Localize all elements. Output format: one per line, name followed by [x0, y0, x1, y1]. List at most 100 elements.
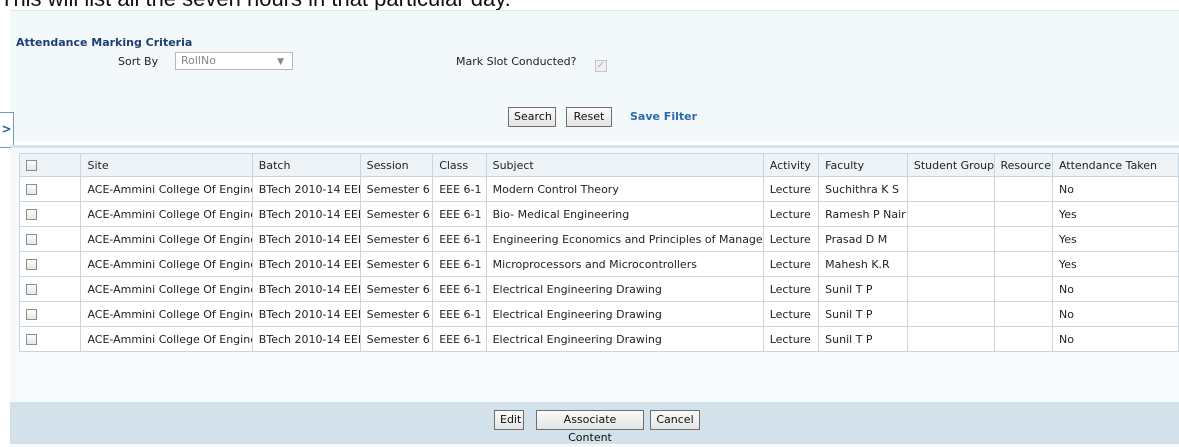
cell-activity: Lecture [762, 301, 820, 327]
cell-subject: Electrical Engineering Drawing [485, 326, 764, 352]
header-subject[interactable]: Subject [485, 153, 764, 177]
cell-faculty: Sunil T P [818, 301, 908, 327]
row-checkbox[interactable] [26, 284, 37, 295]
cell-class: EEE 6-1 [432, 301, 487, 327]
row-checkbox[interactable] [26, 259, 37, 270]
cell-attendance-taken: No [1051, 301, 1179, 327]
row-select-cell [18, 226, 82, 252]
row-select-cell [18, 301, 82, 327]
row-checkbox[interactable] [26, 334, 37, 345]
edit-button[interactable]: Edit [494, 410, 524, 430]
table-row[interactable]: ACE-Ammini College Of Engineering BTech … [18, 301, 1179, 327]
row-checkbox[interactable] [26, 184, 37, 195]
cell-site: ACE-Ammini College Of Engineering [80, 301, 253, 327]
cell-session: Semester 6 [359, 276, 434, 302]
cell-session: Semester 6 [359, 326, 434, 352]
row-checkbox[interactable] [26, 234, 37, 245]
cell-faculty: Sunil T P [818, 326, 908, 352]
cell-attendance-taken: No [1051, 176, 1179, 202]
criteria-title: Attendance Marking Criteria [16, 36, 193, 49]
cell-attendance-taken: Yes [1051, 201, 1179, 227]
cell-site: ACE-Ammini College Of Engineering [80, 276, 253, 302]
search-button[interactable]: Search [508, 107, 556, 127]
cell-site: ACE-Ammini College Of Engineering [80, 201, 253, 227]
mark-slot-label: Mark Slot Conducted? [456, 55, 577, 68]
cell-subject: Microprocessors and Microcontrollers [485, 251, 764, 277]
sort-by-label: Sort By [118, 55, 159, 68]
cell-student-group [906, 226, 995, 252]
cell-class: EEE 6-1 [432, 201, 487, 227]
cell-attendance-taken: Yes [1051, 226, 1179, 252]
cell-activity: Lecture [762, 201, 820, 227]
header-session[interactable]: Session [359, 153, 434, 177]
row-checkbox[interactable] [26, 309, 37, 320]
cell-activity: Lecture [762, 276, 820, 302]
cell-activity: Lecture [762, 326, 820, 352]
cell-site: ACE-Ammini College Of Engineering [80, 251, 253, 277]
cell-session: Semester 6 [359, 176, 434, 202]
cell-resource [993, 326, 1053, 352]
header-batch[interactable]: Batch [251, 153, 361, 177]
select-all-checkbox[interactable] [26, 160, 37, 171]
cell-faculty: Suchithra K S [818, 176, 908, 202]
save-filter-link[interactable]: Save Filter [630, 110, 697, 123]
table-row[interactable]: ACE-Ammini College Of Engineering BTech … [18, 226, 1179, 252]
cell-faculty: Sunil T P [818, 276, 908, 302]
table-row[interactable]: ACE-Ammini College Of Engineering BTech … [18, 251, 1179, 277]
header-class[interactable]: Class [432, 153, 487, 177]
cell-site: ACE-Ammini College Of Engineering [80, 176, 253, 202]
cell-class: EEE 6-1 [432, 326, 487, 352]
cell-session: Semester 6 [359, 201, 434, 227]
attendance-criteria-panel: Attendance Marking Criteria Sort By Roll… [10, 10, 1179, 141]
mark-slot-checkbox[interactable]: ✓ [595, 60, 607, 72]
header-activity[interactable]: Activity [762, 153, 820, 177]
select-all-cell [18, 153, 82, 177]
cell-class: EEE 6-1 [432, 276, 487, 302]
cell-session: Semester 6 [359, 301, 434, 327]
cancel-button[interactable]: Cancel [650, 410, 700, 430]
header-resource[interactable]: Resource [993, 153, 1053, 177]
row-select-cell [18, 251, 82, 277]
cell-faculty: Mahesh K.R [818, 251, 908, 277]
cell-student-group [906, 201, 995, 227]
cell-site: ACE-Ammini College Of Engineering [80, 226, 253, 252]
chevron-down-icon: ▼ [277, 57, 284, 67]
associate-content-button[interactable]: Associate Content [536, 410, 644, 444]
header-attendance-taken[interactable]: Attendance Taken [1051, 153, 1179, 177]
cell-subject: Electrical Engineering Drawing [485, 301, 764, 327]
cell-attendance-taken: Yes [1051, 251, 1179, 277]
sort-by-select[interactable]: RollNo ▼ [175, 52, 293, 70]
row-select-cell [18, 326, 82, 352]
cell-subject: Modern Control Theory [485, 176, 764, 202]
cell-resource [993, 226, 1053, 252]
cell-resource [993, 301, 1053, 327]
document-caption: This will list all the seven hours in th… [0, 0, 511, 11]
expand-panel-tab[interactable]: > [0, 112, 14, 148]
cell-subject: Engineering Economics and Principles of … [485, 226, 764, 252]
table-row[interactable]: ACE-Ammini College Of Engineering BTech … [18, 176, 1179, 202]
cell-faculty: Ramesh P Nair [818, 201, 908, 227]
cell-student-group [906, 176, 995, 202]
cell-student-group [906, 276, 995, 302]
cell-session: Semester 6 [359, 226, 434, 252]
cell-subject: Electrical Engineering Drawing [485, 276, 764, 302]
cell-resource [993, 176, 1053, 202]
cell-student-group [906, 251, 995, 277]
cell-resource [993, 251, 1053, 277]
cell-faculty: Prasad D M [818, 226, 908, 252]
header-student-group[interactable]: Student Group [906, 153, 995, 177]
table-row[interactable]: ACE-Ammini College Of Engineering BTech … [18, 276, 1179, 302]
table-row[interactable]: ACE-Ammini College Of Engineering BTech … [18, 326, 1179, 352]
cell-class: EEE 6-1 [432, 251, 487, 277]
row-checkbox[interactable] [26, 209, 37, 220]
cell-batch: BTech 2010-14 EEE [251, 201, 361, 227]
table-row[interactable]: ACE-Ammini College Of Engineering BTech … [18, 201, 1179, 227]
header-site[interactable]: Site [80, 153, 253, 177]
cell-activity: Lecture [762, 251, 820, 277]
attendance-table: Site Batch Session Class Subject Activit… [18, 153, 1179, 352]
cell-batch: BTech 2010-14 EEE [251, 276, 361, 302]
reset-button[interactable]: Reset [566, 107, 612, 127]
header-faculty[interactable]: Faculty [818, 153, 908, 177]
cell-batch: BTech 2010-14 EEE [251, 326, 361, 352]
cell-activity: Lecture [762, 176, 820, 202]
